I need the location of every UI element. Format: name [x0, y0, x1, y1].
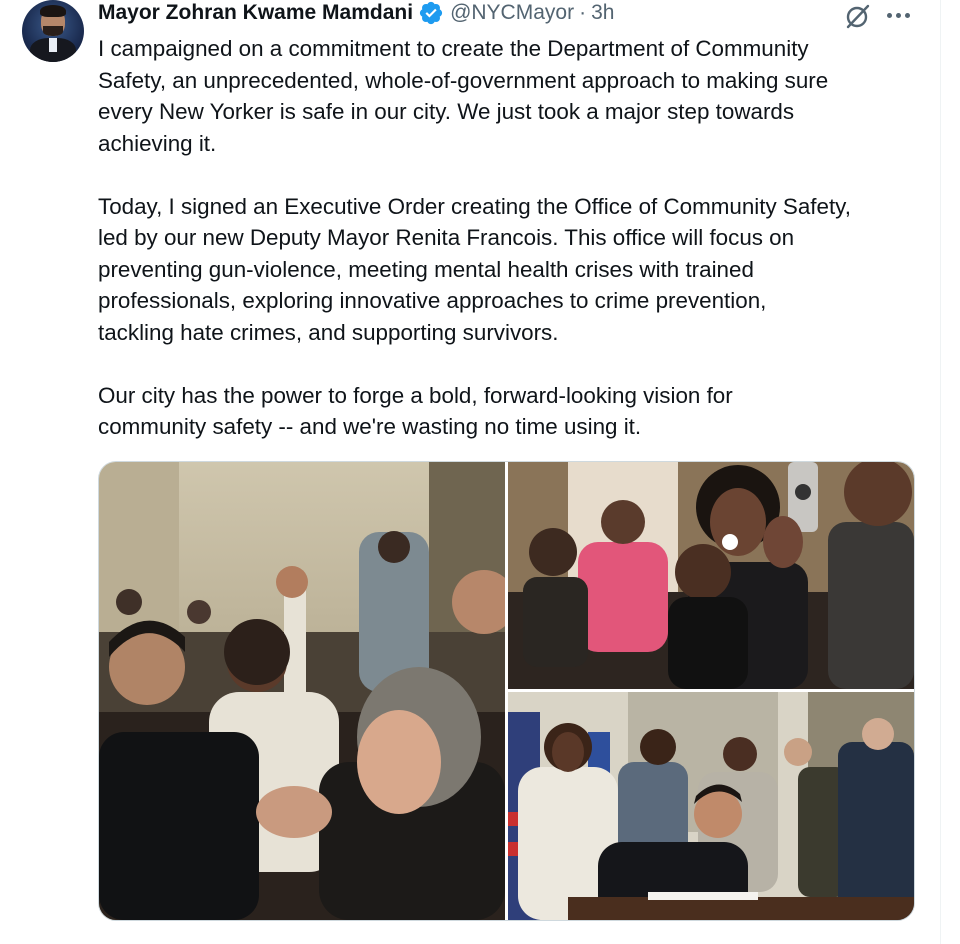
more-dots-icon[interactable] [886, 8, 912, 22]
header-separator: · [579, 1, 587, 24]
tweet-paragraph-2: Today, I signed an Executive Order creat… [98, 193, 851, 345]
tweet-timestamp[interactable]: 3h [591, 1, 614, 25]
avatar-hair [40, 5, 66, 17]
dot-3 [905, 13, 910, 18]
tweet-text: I campaigned on a commitment to create t… [98, 33, 928, 443]
media-photo-2[interactable] [508, 462, 914, 689]
media-photo-1[interactable] [99, 462, 505, 920]
verified-badge-icon[interactable] [418, 0, 444, 26]
tweet-paragraph-3: Our city has the power to forge a bold, … [98, 382, 733, 440]
display-name[interactable]: Mayor Zohran Kwame Mamdani [98, 1, 413, 25]
avatar-shirt [49, 38, 57, 52]
dot-2 [896, 13, 901, 18]
avatar-beard [43, 26, 63, 36]
grok-icon[interactable] [843, 2, 873, 32]
avatar[interactable] [22, 0, 84, 62]
media-photo-3[interactable] [508, 692, 914, 920]
tweet[interactable]: Mayor Zohran Kwame Mamdani @NYCMayor · 3… [0, 0, 960, 944]
media-grid [98, 461, 915, 921]
tweet-header: Mayor Zohran Kwame Mamdani @NYCMayor · 3… [98, 0, 614, 26]
column-divider [940, 0, 941, 944]
tweet-paragraph-1: I campaigned on a commitment to create t… [98, 36, 829, 156]
dot-1 [887, 13, 892, 18]
author-handle[interactable]: @NYCMayor [450, 1, 574, 25]
